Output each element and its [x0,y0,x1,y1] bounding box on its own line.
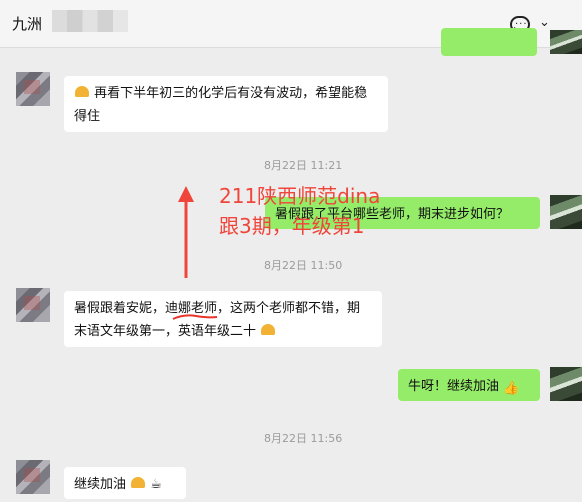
praying-hands-emoji [260,323,276,337]
message-bubble-cut [441,28,537,56]
message-bubble: 暑假跟着安妮，迪娜老师，这两个老师都不错，期末语文年级第一，英语年级二十 [64,291,382,347]
message-text: 继续加油 [74,477,127,492]
avatar[interactable] [16,288,50,322]
avatar[interactable] [550,30,582,54]
annotation-arrow [178,186,194,278]
message-bubble: 牛呀！继续加油 👍 [398,369,540,401]
annotation-line-2: 跟3期，年级第1 [219,214,365,238]
message-timestamp: 8月22日 11:56 [264,432,343,445]
redacted-title [52,10,128,32]
avatar[interactable] [16,72,50,106]
annotation-underline [172,314,218,320]
message-text: 再看下半年初三的化学后有没有波动，希望能稳得住 [74,86,368,124]
avatar[interactable] [16,460,50,494]
praying-hands-emoji [130,476,146,490]
avatar[interactable] [550,195,582,229]
message-bubble: 继续加油 ☕ [64,467,186,499]
message-timestamp: 8月22日 11:21 [264,159,343,172]
avatar[interactable] [550,367,582,401]
annotation-line-1: 211陕西师范dina [219,184,381,208]
coffee-emoji: ☕ [150,477,162,492]
chat-title[interactable]: 九洲 [12,13,42,34]
praying-hands-emoji [74,85,90,99]
chevron-down-icon[interactable]: ⌄ [539,15,550,30]
thumbs-up-emoji: 👍 [503,381,520,396]
message-bubble: 再看下半年初三的化学后有没有波动，希望能稳得住 [64,76,388,132]
message-timestamp: 8月22日 11:50 [264,259,343,272]
message-text: 牛呀！继续加油 [408,379,500,394]
